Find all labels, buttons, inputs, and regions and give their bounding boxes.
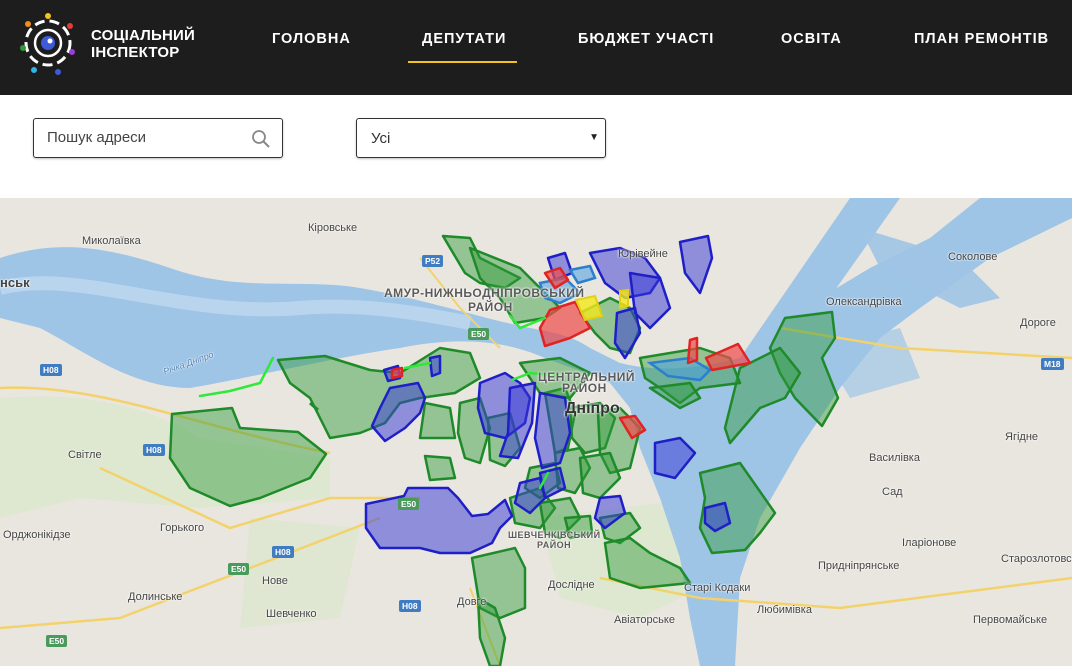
brand-line-1: СОЦІАЛЬНИЙ bbox=[91, 27, 195, 44]
brand-name[interactable]: СОЦІАЛЬНИЙ ІНСПЕКТОР bbox=[91, 27, 195, 61]
district-amur-raion: РАЙОН bbox=[468, 300, 513, 314]
place-horkoho: Горького bbox=[160, 522, 205, 534]
place-oleksandrivka: Олександрівка bbox=[826, 296, 902, 308]
place-stari-kodaky: Старі Кодаки bbox=[684, 582, 751, 594]
deputy-filter-select[interactable]: Усі ▼ bbox=[356, 118, 606, 158]
place-nove: Нове bbox=[262, 575, 288, 587]
road-shield: H08 bbox=[40, 364, 62, 376]
nav-home[interactable]: ГОЛОВНА bbox=[272, 31, 351, 47]
place-insk: нськ bbox=[0, 275, 30, 290]
place-sokolove: Соколове bbox=[948, 251, 998, 263]
nav-participation-budget[interactable]: БЮДЖЕТ УЧАСТІ bbox=[578, 31, 714, 47]
place-iarionove: Іларіонове bbox=[902, 537, 957, 549]
road-shield: P52 bbox=[422, 255, 444, 267]
place-prydniprianske: Придніпрянське bbox=[818, 560, 900, 572]
road-shield: H08 bbox=[143, 444, 165, 456]
brand-line-2: ІНСПЕКТОР bbox=[91, 44, 180, 61]
districts-map[interactable]: Кіровське Миколаївка нськ АМУР-НИЖНЬОДНІ… bbox=[0, 198, 1072, 666]
place-doslidne: Дослідне bbox=[548, 579, 595, 591]
top-navigation-bar: СОЦІАЛЬНИЙ ІНСПЕКТОР ГОЛОВНА ДЕПУТАТИ БЮ… bbox=[0, 0, 1072, 95]
place-dolynske: Долинське bbox=[128, 591, 183, 603]
place-ordzhonikidze: Орджонікідзе bbox=[3, 529, 71, 541]
filter-selected-value: Усі bbox=[371, 130, 391, 147]
road-shield: E50 bbox=[46, 635, 68, 647]
place-shevchenko: Шевченко bbox=[266, 608, 317, 620]
place-starozlotovske: Старозлотовське bbox=[1001, 553, 1072, 565]
nav-repair-plan[interactable]: ПЛАН РЕМОНТІВ bbox=[914, 31, 1049, 47]
city-dnipro: Дніпро bbox=[565, 400, 620, 417]
nav-deputies[interactable]: ДЕПУТАТИ bbox=[422, 31, 506, 47]
place-liubymivka: Любимівка bbox=[757, 604, 812, 616]
chevron-down-icon: ▼ bbox=[589, 132, 599, 143]
place-yahidne: Ягідне bbox=[1005, 431, 1039, 443]
district-shevchenkivskyi-raion: РАЙОН bbox=[537, 540, 572, 550]
place-mykolaivka: Миколаївка bbox=[82, 235, 141, 247]
search-icon[interactable] bbox=[251, 129, 271, 149]
road-shield: M18 bbox=[1041, 358, 1064, 370]
address-search-input[interactable] bbox=[47, 129, 247, 146]
address-search bbox=[33, 118, 283, 158]
place-sad: Сад bbox=[882, 486, 903, 498]
place-pervomaiske: Первомайське bbox=[973, 614, 1048, 626]
place-vasylivka: Василівка bbox=[869, 452, 920, 464]
road-shield: E50 bbox=[228, 563, 250, 575]
place-svitle: Світле bbox=[68, 449, 102, 461]
place-dorohe: Дороге bbox=[1020, 317, 1056, 329]
active-tab-underline bbox=[408, 61, 517, 63]
place-kirovske: Кіровське bbox=[308, 222, 358, 234]
place-yuriivka: Юрівейне bbox=[618, 248, 668, 260]
road-shield: H08 bbox=[399, 600, 421, 612]
district-tsentralnyi-raion: РАЙОН bbox=[562, 381, 607, 395]
eye-circle-icon[interactable] bbox=[18, 10, 78, 76]
road-shield: H08 bbox=[272, 546, 294, 558]
road-shield: E50 bbox=[398, 498, 420, 510]
place-aviatorske: Авіаторське bbox=[614, 614, 675, 626]
district-shevchenkivskyi: ШЕВЧЕНКІВСЬКИЙ bbox=[508, 530, 601, 540]
road-shield: E50 bbox=[468, 328, 490, 340]
district-amur: АМУР-НИЖНЬОДНІПРОВСЬКИЙ bbox=[384, 286, 585, 300]
nav-education[interactable]: ОСВІТА bbox=[781, 31, 842, 47]
place-dovhe: Довге bbox=[457, 596, 487, 608]
